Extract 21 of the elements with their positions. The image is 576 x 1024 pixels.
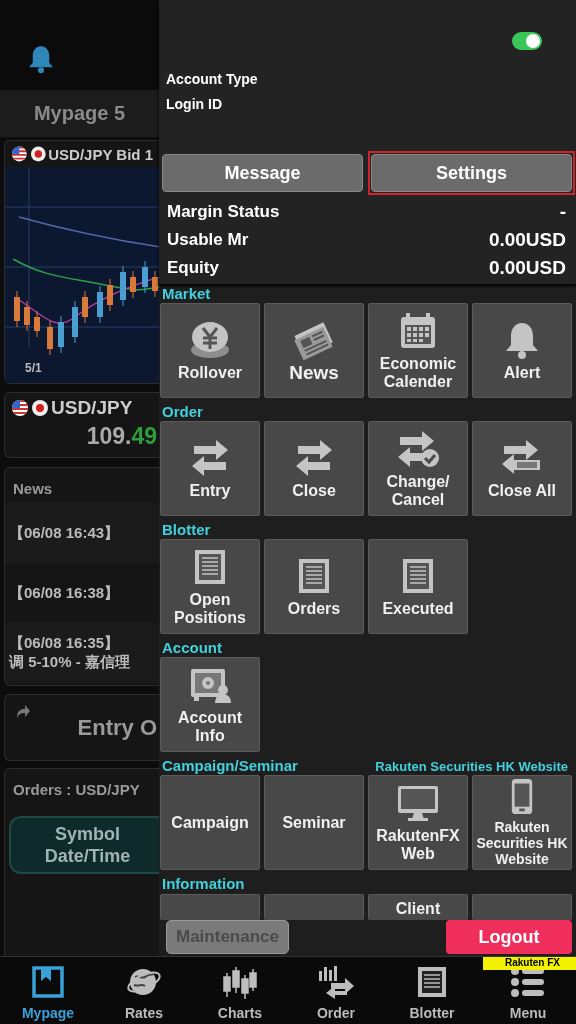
axis-label: 5/1 xyxy=(24,361,43,375)
login-id-label: Login ID xyxy=(165,94,223,114)
section-title: Account xyxy=(162,639,222,656)
currency-pair: USD/JPY xyxy=(51,397,133,419)
chart-title: USD/JPY Bid 1 xyxy=(48,145,153,163)
field-label: Margin Status xyxy=(167,202,280,222)
section-title: Blotter xyxy=(162,521,211,538)
field-label: Equity xyxy=(167,258,219,278)
section-title: Campaign/Seminar xyxy=(162,757,298,774)
field-value: 0.00USD xyxy=(488,229,566,251)
field-value: 0.00USD xyxy=(488,257,566,279)
field-value: - xyxy=(559,201,566,223)
price: 109.49 xyxy=(85,423,158,450)
section-title: Market xyxy=(162,285,211,302)
card-title: News xyxy=(12,479,54,499)
section-title: Information xyxy=(162,875,245,892)
section-title: Order xyxy=(162,403,203,420)
field-label: Usable Mr xyxy=(167,230,249,250)
brand-badge: Rakuten FX xyxy=(483,957,576,970)
card-title: Orders : USD/JPY xyxy=(12,780,141,798)
account-type-label: Account Type xyxy=(165,69,259,89)
